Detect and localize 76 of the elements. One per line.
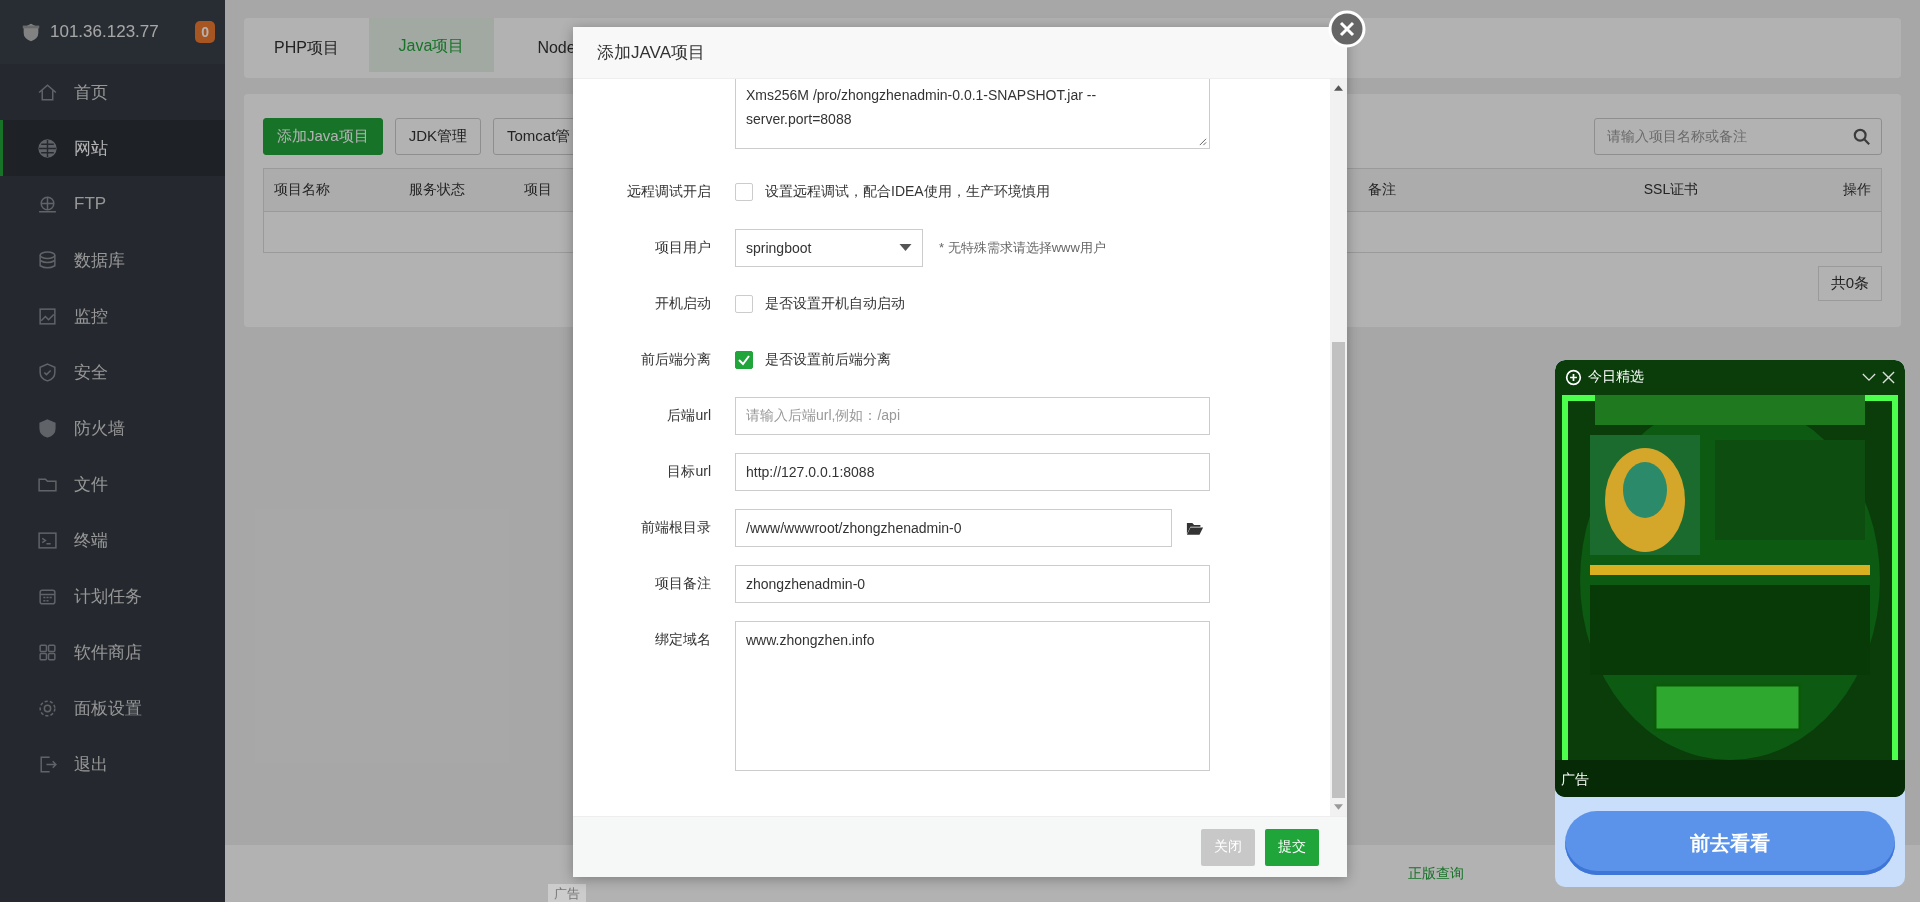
checkbox[interactable] xyxy=(735,351,753,369)
sidebar-item[interactable]: 计划任务 xyxy=(0,568,225,624)
checkbox[interactable] xyxy=(735,183,753,201)
field-label: 项目备注 xyxy=(654,575,712,593)
sidebar-item[interactable]: 网站 xyxy=(0,120,225,176)
column-header: SSL证书 xyxy=(1642,181,1700,199)
ad-tag: 广告 xyxy=(548,884,586,902)
sidebar-item[interactable]: 安全 xyxy=(0,344,225,400)
house-icon xyxy=(37,81,58,103)
field-label: 前端根目录 xyxy=(640,519,712,537)
field-hint: * 无特殊需求请选择www用户 xyxy=(939,239,1106,257)
sidebar-item[interactable]: 软件商店 xyxy=(0,624,225,680)
input-field[interactable]: http://127.0.0.1:8088 xyxy=(735,453,1210,491)
scroll-up-icon[interactable] xyxy=(1334,85,1343,91)
firewall-icon xyxy=(37,417,58,439)
gear-icon xyxy=(37,697,58,719)
sidebar-item[interactable]: 文件 xyxy=(0,456,225,512)
sidebar-item[interactable]: 首页 xyxy=(0,64,225,120)
field-label: 前后端分离 xyxy=(640,351,712,369)
sidebar-item[interactable]: 监控 xyxy=(0,288,225,344)
total-count: 共0条 xyxy=(1817,266,1882,301)
checkbox[interactable] xyxy=(735,295,753,313)
database-icon xyxy=(37,249,58,271)
user-select[interactable]: springboot xyxy=(735,229,923,267)
sidebar-item[interactable]: 终端 xyxy=(0,512,225,568)
search-field[interactable]: 请输入项目名称或备注 xyxy=(1594,118,1882,155)
sidebar-item[interactable]: FTP xyxy=(0,176,225,232)
field-label: 后端url xyxy=(666,407,712,425)
sidebar-item[interactable]: 防火墙 xyxy=(0,400,225,456)
column-header: 备注 xyxy=(1367,181,1397,199)
submit-button[interactable]: 提交 xyxy=(1265,828,1319,866)
column-header: 操作 xyxy=(1842,181,1872,199)
shield-logo-icon xyxy=(20,21,42,43)
field-label: 远程调试开启 xyxy=(626,183,712,201)
server-address: 101.36.123.77 xyxy=(50,22,160,42)
checkbox-label: 是否设置开机自动启动 xyxy=(765,295,905,313)
field-label: 目标url xyxy=(666,463,712,481)
field-label: 开机启动 xyxy=(654,295,712,313)
ftp-icon xyxy=(37,193,58,215)
terminal-icon xyxy=(37,529,58,551)
field-label: 项目用户 xyxy=(654,239,712,257)
ad-title: 今日精选 xyxy=(1588,368,1644,386)
globe-icon xyxy=(37,137,58,159)
checkbox-label: 是否设置前后端分离 xyxy=(765,351,891,369)
input-field[interactable]: /www/wwwroot/zhongzhenadmin-0 xyxy=(735,509,1172,547)
column-header: 项目 xyxy=(523,181,552,199)
scrollbar[interactable] xyxy=(1330,79,1347,816)
close-icon[interactable] xyxy=(1882,370,1895,384)
toolbar-button[interactable]: 添加Java项目 xyxy=(263,118,383,155)
chevron-down-icon[interactable] xyxy=(1862,372,1876,382)
caret-icon xyxy=(899,244,912,252)
column-header: 服务状态 xyxy=(408,181,466,199)
footer-link[interactable]: 正版查询 xyxy=(1408,864,1464,883)
dialog-title: 添加JAVA项目 xyxy=(597,42,705,64)
search-icon xyxy=(1853,127,1871,146)
sidebar-item[interactable]: 退出 xyxy=(0,736,225,792)
shield-icon xyxy=(37,361,58,383)
sidebar-item[interactable]: 数据库 xyxy=(0,232,225,288)
checkbox-label: 设置远程调试，配合IDEA使用，生产环境慎用 xyxy=(765,183,1050,201)
chart-icon xyxy=(37,305,58,327)
resize-grip-icon xyxy=(1198,137,1207,146)
ad-button[interactable]: 前去看看 xyxy=(1565,811,1895,875)
folder-icon[interactable] xyxy=(1186,520,1204,536)
grid-icon xyxy=(37,641,58,663)
input-field[interactable]: zhongzhenadmin-0 xyxy=(735,565,1210,603)
field-label: 绑定域名 xyxy=(654,630,712,649)
toolbar-button[interactable]: JDK管理 xyxy=(394,118,482,155)
ad-label: 广告 xyxy=(1561,771,1589,789)
column-header: 项目名称 xyxy=(273,181,331,199)
sidebar-item[interactable]: 面板设置 xyxy=(0,680,225,736)
logout-icon xyxy=(37,753,58,775)
input-field[interactable]: 请输入后端url,例如：/api xyxy=(735,397,1210,435)
plus-circle-icon xyxy=(1565,368,1582,386)
project-tab[interactable]: PHP项目 xyxy=(244,18,369,78)
command-field[interactable]: Xms256M /pro/zhongzhenadmin-0.0.1-SNAPSHOT.jar --server.port=8088 xyxy=(735,79,1210,149)
domain-field[interactable]: www.zhongzhen.info xyxy=(735,621,1210,771)
